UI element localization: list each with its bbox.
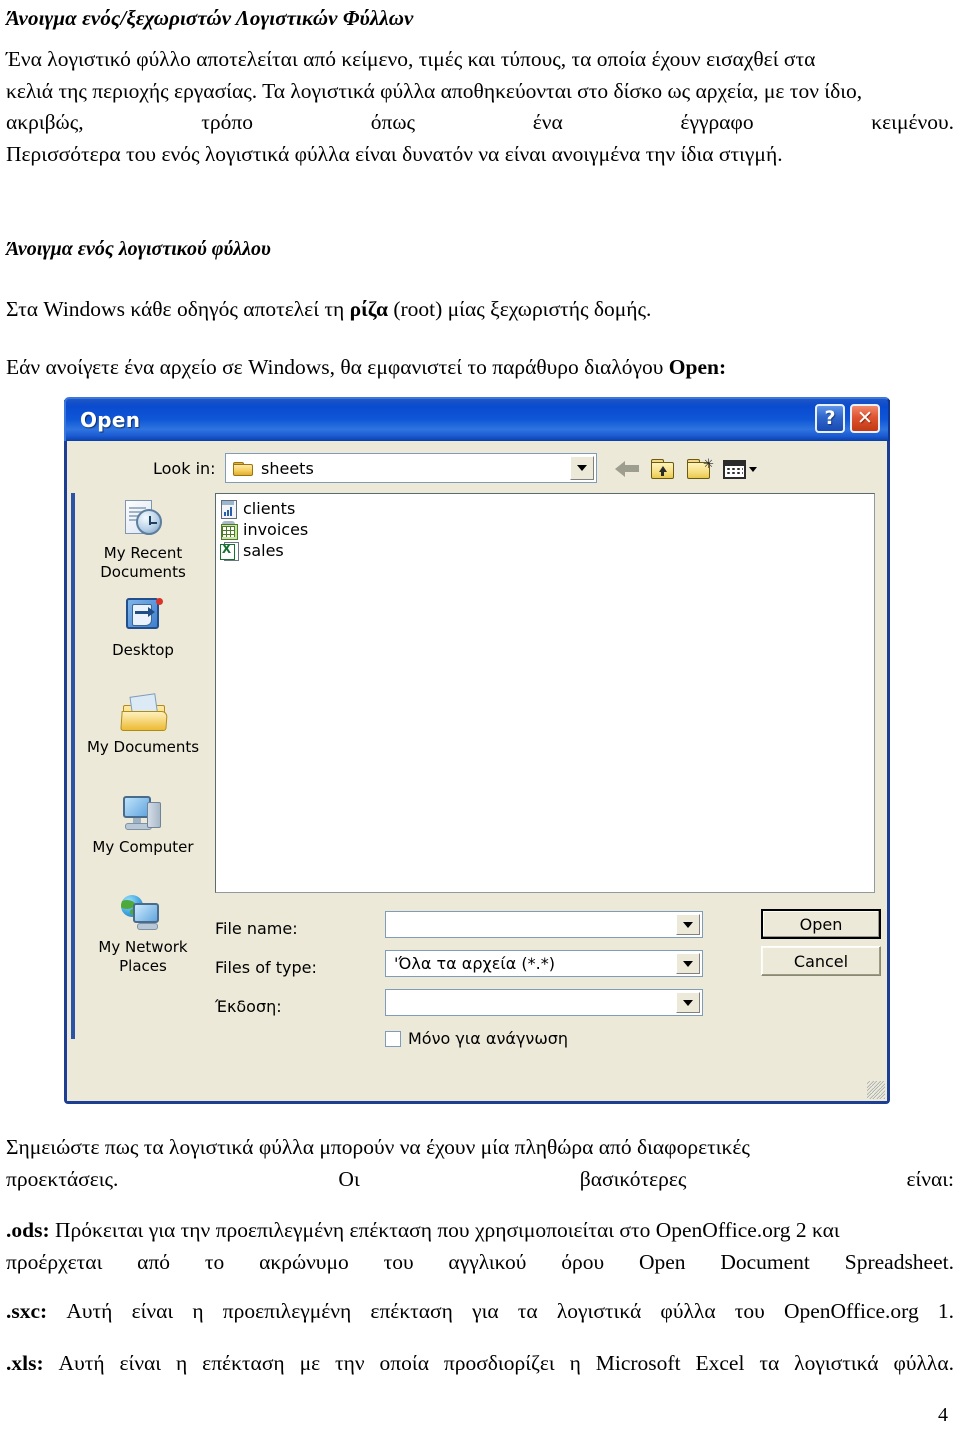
file-name-label: File name: <box>215 919 298 938</box>
document-page: Άνοιγμα ενός/ξεχωριστών Λογιστικών Φύλλω… <box>0 0 960 1446</box>
spreadsheet-chart-icon <box>220 499 238 519</box>
place-my-computer[interactable]: My Computer <box>75 793 211 856</box>
place-label: My Computer <box>92 838 194 856</box>
section-heading-open-spreadsheet: Άνοιγμα ενός λογιστικού φύλλου <box>6 238 271 260</box>
folder-icon <box>233 460 253 476</box>
lookin-row: Look in: sheets ✳ <box>67 453 887 487</box>
close-button[interactable]: ✕ <box>850 404 880 433</box>
place-desktop[interactable]: Desktop <box>75 596 211 659</box>
excel-file-icon: X <box>220 541 239 561</box>
back-icon[interactable] <box>615 460 639 478</box>
read-only-checkbox-row[interactable]: Μόνο για ανάγνωση <box>385 1029 568 1048</box>
files-of-type-value: 'Όλα τα αρχεία (*.*) <box>394 954 555 973</box>
place-my-network-places[interactable]: My Network Places <box>75 893 211 975</box>
file-name-input[interactable] <box>385 911 703 938</box>
paragraph-line: προέρχεται από το ακρώνυμο του αγγλικού … <box>6 1249 954 1274</box>
files-of-type-label: Files of type: <box>215 958 317 977</box>
paragraph-root-structure: Στα Windows κάθε οδηγός αποτελεί τη ρίζα… <box>6 294 651 324</box>
paragraph-line: κελιά της περιοχής εργασίας. Τα λογιστικ… <box>6 78 863 103</box>
titlebar-buttons: ? ✕ <box>815 404 880 433</box>
read-only-checkbox[interactable] <box>385 1030 401 1047</box>
extension-label: .sxc: <box>6 1299 48 1323</box>
paragraph-extensions-intro: Σημειώστε πως τα λογιστικά φύλλα μπορούν… <box>6 1132 954 1195</box>
place-label: My Recent <box>103 544 183 562</box>
paragraph-line: .xls: Αυτή είναι η επέκταση με την οποία… <box>6 1348 954 1380</box>
place-label: Documents <box>100 563 186 581</box>
page-number: 4 <box>938 1404 948 1426</box>
version-combobox[interactable] <box>385 989 703 1016</box>
extension-label: .ods: <box>6 1218 50 1242</box>
up-one-level-icon[interactable] <box>651 458 675 480</box>
close-icon: ✕ <box>857 406 873 429</box>
place-label: My Network <box>98 938 188 956</box>
paragraph-line: .sxc: Αυτή είναι η προεπιλεγμένη επέκτασ… <box>6 1296 954 1328</box>
paragraph-intro: Ένα λογιστικό φύλλο αποτελείται από κείμ… <box>6 44 954 170</box>
file-name: sales <box>243 541 284 560</box>
page-title: Άνοιγμα ενός/ξεχωριστών Λογιστικών Φύλλω… <box>6 6 414 30</box>
paragraph-line: .ods: Πρόκειται για την προεπιλεγμένη επ… <box>6 1215 954 1247</box>
place-my-documents[interactable]: My Documents <box>75 693 211 756</box>
spreadsheet-green-grid-icon <box>220 520 238 540</box>
text-run: Πρόκειται για την προεπιλεγμένη επέκταση… <box>49 1218 840 1242</box>
file-name: clients <box>243 499 296 518</box>
resize-grip[interactable] <box>867 1081 885 1099</box>
question-mark-icon: ? <box>824 406 836 429</box>
recent-documents-icon <box>119 499 167 543</box>
paragraph-line: ακριβώς, τρόπο όπως ένα έγγραφο κειμένου… <box>6 110 954 134</box>
dialog-body: Look in: sheets ✳ My Recent Documents De… <box>67 441 887 1101</box>
dialog-title: Open <box>80 408 141 432</box>
places-bar: My Recent Documents Desktop My Documents <box>71 493 211 1039</box>
paragraph-line: Περισσότερα του ενός λογιστικά φύλλα είν… <box>6 141 783 166</box>
desktop-icon <box>119 596 167 640</box>
new-folder-icon[interactable]: ✳ <box>687 458 714 480</box>
cancel-button[interactable]: Cancel <box>761 946 881 976</box>
lookin-label: Look in: <box>153 459 216 478</box>
lookin-combobox[interactable]: sheets <box>225 453 597 483</box>
my-network-places-icon <box>119 893 167 937</box>
file-name: invoices <box>243 520 309 539</box>
paragraph-open-dialog-intro: Εάν ανοίγετε ένα αρχείο σε Windows, θα ε… <box>6 352 726 382</box>
lookin-value: sheets <box>261 458 314 478</box>
place-label: Places <box>119 957 167 975</box>
text-run: Αυτή είναι η επέκταση με την οποία προσδ… <box>43 1351 954 1375</box>
chevron-down-icon[interactable] <box>676 992 700 1013</box>
open-file-dialog[interactable]: Open ? ✕ Look in: sheets ✳ My Recent Doc… <box>64 397 890 1104</box>
files-of-type-combobox[interactable]: 'Όλα τα αρχεία (*.*) <box>385 950 703 977</box>
chevron-down-icon[interactable] <box>570 456 594 480</box>
my-computer-icon <box>119 793 167 837</box>
paragraph-ext-xls: .xls: Αυτή είναι η επέκταση με την οποία… <box>6 1348 954 1380</box>
text-run-bold: Open: <box>668 355 727 379</box>
list-item[interactable]: clients <box>220 498 874 519</box>
paragraph-ext-sxc: .sxc: Αυτή είναι η προεπιλεγμένη επέκτασ… <box>6 1296 954 1328</box>
text-run: (root) μίας ξεχωριστής δομής. <box>387 297 652 321</box>
open-button[interactable]: Open <box>761 909 881 939</box>
file-list[interactable]: clients invoices X sales <box>215 493 875 893</box>
paragraph-ext-ods: .ods: Πρόκειται για την προεπιλεγμένη επ… <box>6 1215 954 1278</box>
read-only-label: Μόνο για ανάγνωση <box>408 1029 569 1048</box>
chevron-down-icon[interactable] <box>676 914 700 935</box>
paragraph-line: προεκτάσεις. Οι βασικότερες είναι: <box>6 1166 954 1191</box>
dialog-titlebar[interactable]: Open ? ✕ <box>64 397 890 441</box>
extension-label: .xls: <box>6 1351 44 1375</box>
views-menu-icon[interactable] <box>723 459 757 479</box>
dialog-toolbar: ✳ <box>615 454 757 484</box>
text-run: Στα Windows κάθε οδηγός αποτελεί τη <box>6 297 350 321</box>
place-label: My Documents <box>86 738 200 756</box>
text-run: Αυτή είναι η προεπιλεγμένη επέκταση για … <box>47 1299 954 1323</box>
text-run: Εάν ανοίγετε ένα αρχείο σε Windows, θα ε… <box>6 355 669 379</box>
paragraph-line: Ένα λογιστικό φύλλο αποτελείται από κείμ… <box>6 47 816 71</box>
list-item[interactable]: invoices <box>220 519 874 540</box>
chevron-down-icon[interactable] <box>676 953 700 974</box>
text-run-bold: ρίζα <box>349 297 388 321</box>
place-label: Desktop <box>112 641 174 659</box>
paragraph-line: Σημειώστε πως τα λογιστικά φύλλα μπορούν… <box>6 1135 750 1159</box>
list-item[interactable]: X sales <box>220 540 874 561</box>
my-documents-icon <box>119 693 168 737</box>
place-my-recent-documents[interactable]: My Recent Documents <box>75 499 211 581</box>
help-button[interactable]: ? <box>815 404 845 433</box>
version-label: Έκδοση: <box>215 997 282 1016</box>
